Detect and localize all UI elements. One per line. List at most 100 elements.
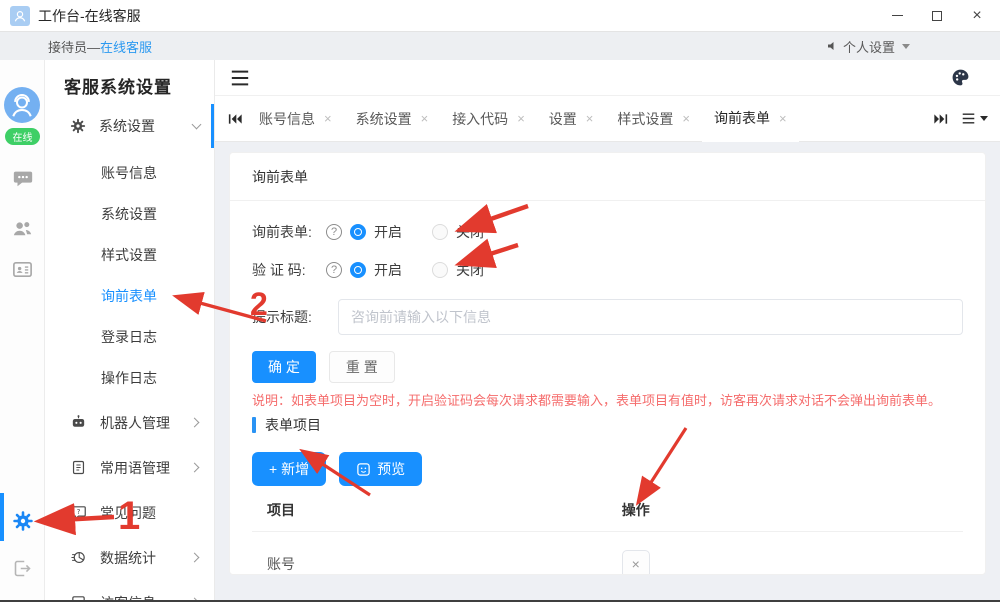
tab-label: 接入代码 bbox=[452, 109, 508, 129]
sidebar-group-label: 访客信息 bbox=[100, 593, 156, 601]
sidebar-item-style-settings[interactable]: 样式设置 bbox=[45, 234, 214, 275]
preview-icon bbox=[356, 462, 371, 477]
tab-system-settings[interactable]: 系统设置× bbox=[344, 96, 441, 141]
sidebar-group-robot-management[interactable]: 机器人管理 bbox=[45, 400, 214, 445]
sidebar-group-system-settings[interactable]: 系统设置 bbox=[45, 106, 214, 146]
tab-close-icon[interactable]: × bbox=[324, 112, 332, 125]
captcha-label: 验 证 码: bbox=[252, 260, 324, 280]
sidebar-item-label: 询前表单 bbox=[101, 286, 157, 306]
faq-icon: ? bbox=[70, 504, 87, 521]
prompt-title-input[interactable] bbox=[338, 299, 963, 335]
pre-chat-form-off-radio[interactable] bbox=[432, 224, 448, 240]
agent-avatar[interactable] bbox=[4, 87, 40, 123]
online-status-badge: 在线 bbox=[5, 128, 40, 145]
sidebar-group-label: 数据统计 bbox=[100, 548, 156, 568]
chevron-right-icon bbox=[190, 418, 200, 428]
reset-label: 重 置 bbox=[346, 357, 378, 377]
sidebar-group-visitor-info[interactable]: 访客信息 bbox=[45, 580, 214, 600]
sidebar-item-system-settings[interactable]: 系统设置 bbox=[45, 193, 214, 234]
tab-label: 询前表单 bbox=[714, 108, 770, 128]
confirm-button[interactable]: 确 定 bbox=[252, 351, 316, 383]
sidebar-group-label: 机器人管理 bbox=[100, 413, 170, 433]
theme-palette-icon[interactable] bbox=[951, 68, 970, 87]
robot-icon bbox=[70, 414, 87, 431]
sidebar-item-login-log[interactable]: 登录日志 bbox=[45, 316, 214, 357]
tab-settings[interactable]: 设置× bbox=[537, 96, 606, 141]
sidebar-group-data-statistics[interactable]: 数据统计 bbox=[45, 535, 214, 580]
tabbar: 账号信息× 系统设置× 接入代码 × 设置× 样式设置× 询前表单 × bbox=[215, 96, 1000, 142]
pre-chat-form-on-radio[interactable] bbox=[350, 224, 366, 240]
maximize-button[interactable] bbox=[924, 5, 950, 27]
settings-sidebar: 客服系统设置 系统设置 账号信息 系统设置 样式设置 询前表单 登录日志 操作日… bbox=[45, 60, 215, 600]
caret-down-icon bbox=[902, 44, 910, 49]
prompt-title-label: 提示标题: bbox=[252, 307, 338, 327]
settings-gear-icon[interactable] bbox=[11, 509, 34, 532]
captcha-on-radio[interactable] bbox=[350, 262, 366, 278]
preview-button[interactable]: 预览 bbox=[339, 452, 422, 486]
column-header-item: 项目 bbox=[252, 500, 622, 520]
tab-list: 账号信息× 系统设置× 接入代码 × 设置× 样式设置× 询前表单 × bbox=[247, 96, 929, 141]
window-title: 工作台-在线客服 bbox=[38, 6, 141, 26]
visitors-icon[interactable] bbox=[11, 217, 34, 240]
online-service-link[interactable]: 在线客服 bbox=[100, 37, 152, 56]
help-icon[interactable]: ? bbox=[326, 224, 342, 240]
speaker-icon bbox=[826, 40, 838, 52]
chevron-right-icon bbox=[190, 598, 200, 600]
tab-access-code[interactable]: 接入代码 × bbox=[440, 96, 537, 141]
tab-close-icon[interactable]: × bbox=[779, 112, 787, 125]
app-window: 工作台-在线客服 × 接待员—在线客服 个人设置 在线 bbox=[0, 0, 1000, 602]
content-area: 询前表单 询前表单: ? 开启 关闭 验 证 码: ? bbox=[215, 142, 1000, 600]
confirm-label: 确 定 bbox=[268, 357, 300, 377]
personal-settings-label: 个人设置 bbox=[843, 37, 895, 56]
scroll-tabs-right-icon[interactable] bbox=[929, 107, 953, 131]
icon-rail: 在线 bbox=[0, 60, 45, 600]
sidebar-item-pre-chat-form[interactable]: 询前表单 bbox=[45, 275, 214, 316]
delete-item-button[interactable]: × bbox=[622, 550, 650, 575]
sidebar-item-operation-log[interactable]: 操作日志 bbox=[45, 357, 214, 398]
chevron-right-icon bbox=[190, 463, 200, 473]
minimize-button[interactable] bbox=[884, 5, 910, 27]
add-item-button[interactable]: + 新增 bbox=[252, 452, 326, 486]
sidebar-group-label: 系统设置 bbox=[99, 116, 155, 136]
tab-close-icon[interactable]: × bbox=[586, 112, 594, 125]
tab-close-icon[interactable]: × bbox=[517, 112, 525, 125]
reset-button[interactable]: 重 置 bbox=[329, 351, 395, 383]
sidebar-item-account-info[interactable]: 账号信息 bbox=[45, 152, 214, 193]
help-icon[interactable]: ? bbox=[326, 262, 342, 278]
close-button[interactable]: × bbox=[964, 5, 990, 27]
pre-chat-form-card: 询前表单 询前表单: ? 开启 关闭 验 证 码: ? bbox=[229, 152, 986, 575]
tab-close-icon[interactable]: × bbox=[421, 112, 429, 125]
sidebar-item-label: 登录日志 bbox=[101, 327, 157, 347]
phrases-icon bbox=[70, 459, 87, 476]
column-header-action: 操作 bbox=[622, 500, 963, 520]
tab-options-menu-icon[interactable] bbox=[961, 112, 988, 125]
off-label[interactable]: 关闭 bbox=[456, 260, 484, 280]
logout-icon[interactable] bbox=[11, 557, 34, 580]
preview-label: 预览 bbox=[377, 459, 405, 479]
scroll-tabs-left-icon[interactable] bbox=[223, 107, 247, 131]
off-label[interactable]: 关闭 bbox=[456, 222, 484, 242]
fold-menu-icon[interactable] bbox=[229, 68, 251, 88]
on-label[interactable]: 开启 bbox=[374, 222, 402, 242]
titlebar: 工作台-在线客服 × bbox=[0, 0, 1000, 32]
form-items-section-title: 表单项目 bbox=[265, 415, 321, 435]
rail-active-indicator bbox=[0, 493, 4, 541]
chat-icon[interactable] bbox=[11, 166, 34, 189]
captcha-off-radio[interactable] bbox=[432, 262, 448, 278]
on-label[interactable]: 开启 bbox=[374, 260, 402, 280]
tab-style-settings[interactable]: 样式设置× bbox=[605, 96, 702, 141]
agent-label: 接待员— bbox=[48, 37, 100, 56]
pre-chat-form-label: 询前表单: bbox=[252, 222, 324, 242]
tab-pre-chat-form[interactable]: 询前表单 × bbox=[702, 97, 799, 142]
tab-close-icon[interactable]: × bbox=[682, 112, 690, 125]
personal-settings-menu[interactable]: 个人设置 bbox=[826, 37, 910, 56]
sidebar-group-common-phrases[interactable]: 常用语管理 bbox=[45, 445, 214, 490]
tab-account-info[interactable]: 账号信息× bbox=[247, 96, 344, 141]
gear-icon bbox=[70, 118, 86, 134]
section-accent-bar bbox=[252, 417, 256, 433]
contact-card-icon[interactable] bbox=[11, 258, 34, 281]
sidebar-group-label: 常用语管理 bbox=[100, 458, 170, 478]
sidebar-title: 客服系统设置 bbox=[45, 60, 214, 98]
sidebar-item-faq[interactable]: ? 常见问题 bbox=[45, 490, 214, 535]
visitor-icon bbox=[70, 594, 87, 600]
